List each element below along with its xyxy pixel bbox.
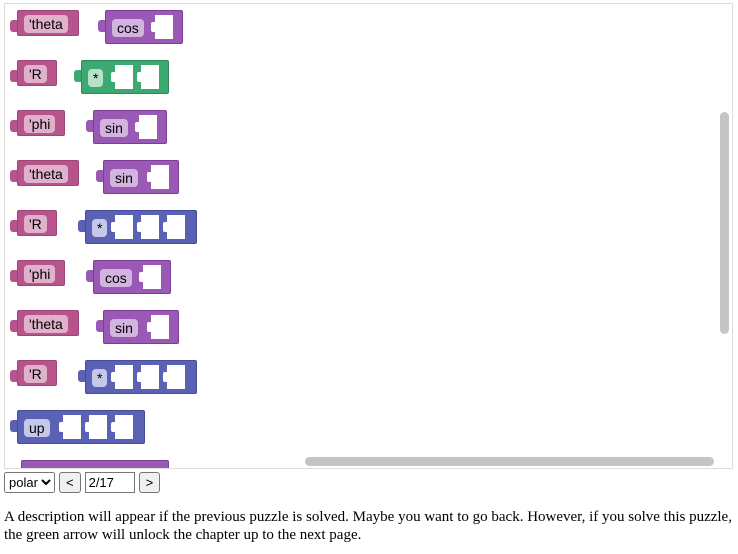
variable-label: 'phi	[24, 265, 56, 283]
function-block-cos[interactable]: cos	[98, 10, 183, 44]
input-slot[interactable]	[163, 365, 185, 389]
function-block-sin[interactable]: sin	[96, 310, 179, 344]
horizontal-scrollbar[interactable]	[305, 457, 714, 466]
function-label: cos	[100, 269, 132, 287]
function-label: sin	[110, 319, 138, 337]
input-slot[interactable]	[163, 215, 185, 239]
operator-label: *	[88, 69, 104, 87]
multiply-block[interactable]: *	[78, 360, 197, 394]
function-block-sin[interactable]: sin	[96, 160, 179, 194]
function-block-sin[interactable]: sin	[86, 110, 167, 144]
variable-label: 'theta	[24, 15, 68, 33]
prev-button[interactable]: <	[59, 471, 81, 493]
variable-label: 'R	[24, 215, 47, 233]
input-slot[interactable]	[147, 315, 169, 339]
function-label: sin	[100, 119, 128, 137]
variable-block-theta[interactable]: 'theta	[10, 310, 79, 336]
puzzle-description: A description will appear if the previou…	[4, 509, 732, 543]
input-slot[interactable]	[147, 165, 169, 189]
input-slot[interactable]	[111, 215, 133, 239]
variable-block-phi[interactable]: 'phi	[10, 110, 65, 136]
function-label: cos	[112, 19, 144, 37]
multiply-block-green[interactable]: *	[74, 60, 169, 94]
variable-block-theta[interactable]: 'theta	[10, 160, 79, 186]
input-slot[interactable]	[111, 365, 133, 389]
function-label: sin	[110, 169, 138, 187]
input-slot[interactable]	[151, 15, 173, 39]
variable-label: 'R	[24, 65, 47, 83]
variable-block-r[interactable]: 'R	[10, 360, 57, 386]
variable-block-r[interactable]: 'R	[10, 210, 57, 236]
input-slot[interactable]	[135, 115, 157, 139]
variable-label: 'phi	[24, 115, 56, 133]
input-slot[interactable]	[111, 415, 133, 439]
partially-visible-block[interactable]	[21, 460, 169, 468]
multiply-block[interactable]: *	[78, 210, 197, 244]
input-slot[interactable]	[137, 215, 159, 239]
variable-label: 'R	[24, 365, 47, 383]
operator-label: *	[92, 219, 108, 237]
input-slot[interactable]	[137, 365, 159, 389]
operator-label: *	[92, 369, 108, 387]
variable-block-phi[interactable]: 'phi	[10, 260, 65, 286]
next-button[interactable]: >	[138, 471, 161, 493]
input-slot[interactable]	[59, 415, 81, 439]
puzzle-controls: polar < >	[4, 471, 161, 493]
variable-label: 'theta	[24, 315, 68, 333]
up-block[interactable]: up	[10, 410, 145, 444]
up-label: up	[24, 419, 50, 437]
vertical-scrollbar[interactable]	[720, 112, 729, 334]
puzzle-select[interactable]: polar	[4, 471, 55, 493]
input-slot[interactable]	[137, 65, 159, 89]
input-slot[interactable]	[85, 415, 107, 439]
input-slot[interactable]	[111, 65, 133, 89]
function-block-cos[interactable]: cos	[86, 260, 171, 294]
variable-block-theta[interactable]: 'theta	[10, 10, 79, 36]
variable-block-r[interactable]: 'R	[10, 60, 57, 86]
blockly-workspace[interactable]: 'theta cos 'R * 'phi sin 'theta sin 'R *…	[4, 3, 733, 469]
variable-label: 'theta	[24, 165, 68, 183]
input-slot[interactable]	[139, 265, 161, 289]
page-input[interactable]	[84, 471, 135, 493]
